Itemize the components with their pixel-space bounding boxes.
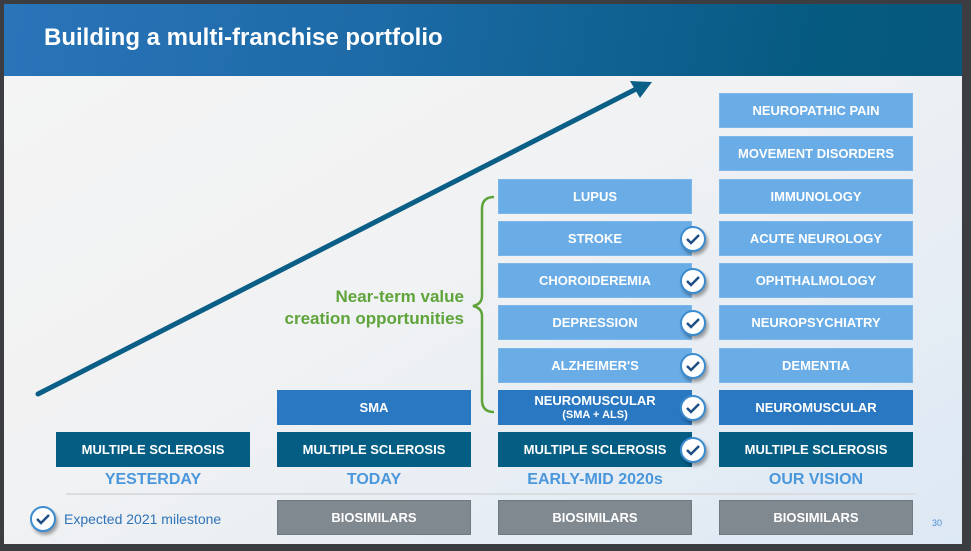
check-circle-icon [680,353,706,379]
check-circle-icon [680,395,706,421]
slide: Building a multi-franchise portfolio Nea… [4,4,962,544]
early-neuromuscular-sublabel: (SMA + ALS) [562,408,628,421]
near-term-line1: Near-term value [335,287,464,306]
early-neuromuscular-label: NEUROMUSCULAR [534,392,656,408]
early-depression: DEPRESSION [498,305,692,340]
timeline-divider [66,493,916,495]
legend-label: Expected 2021 milestone [64,511,222,527]
early-multiple-sclerosis: MULTIPLE SCLEROSIS [498,432,692,467]
era-label-today: TODAY [346,471,402,488]
page-number: 30 [932,518,943,528]
vision-movement-disorders: MOVEMENT DISORDERS [719,136,913,171]
vision-immunology: IMMUNOLOGY [719,179,913,214]
early-lupus: LUPUS [498,179,692,214]
yesterday-multiple-sclerosis: MULTIPLE SCLEROSIS [56,432,250,467]
vision-acute-neurology: ACUTE NEUROLOGY [719,221,913,256]
early-alzheimers: ALZHEIMER'S [498,348,692,383]
check-circle-icon [680,226,706,252]
era-label-yesterday: YESTERDAY [104,471,202,488]
today-sma: SMA [277,390,471,425]
vision-neuromuscular: NEUROMUSCULAR [719,390,913,425]
vision-neuropsychiatry: NEUROPSYCHIATRY [719,305,913,340]
early-neuromuscular: NEUROMUSCULAR (SMA + ALS) [498,390,692,425]
today-biosimilars: BIOSIMILARS [277,500,471,535]
today-multiple-sclerosis: MULTIPLE SCLEROSIS [277,432,471,467]
era-label-vision: OUR VISION [768,471,864,488]
near-term-label: Near-term value creation opportunities [259,286,464,330]
vision-biosimilars: BIOSIMILARS [719,500,913,535]
legend-check-circle-icon [30,506,56,532]
vision-multiple-sclerosis: MULTIPLE SCLEROSIS [719,432,913,467]
vision-dementia: DEMENTIA [719,348,913,383]
early-choroideremia: CHOROIDEREMIA [498,263,692,298]
era-label-early-mid: EARLY-MID 2020s [527,471,663,488]
early-biosimilars: BIOSIMILARS [498,500,692,535]
vision-neuropathic-pain: NEUROPATHIC PAIN [719,93,913,128]
bracket-icon [472,195,495,414]
near-term-line2: creation opportunities [284,309,464,328]
check-circle-icon [680,437,706,463]
check-circle-icon [680,310,706,336]
vision-ophthalmology: OPHTHALMOLOGY [719,263,913,298]
check-circle-icon [680,268,706,294]
early-stroke: STROKE [498,221,692,256]
